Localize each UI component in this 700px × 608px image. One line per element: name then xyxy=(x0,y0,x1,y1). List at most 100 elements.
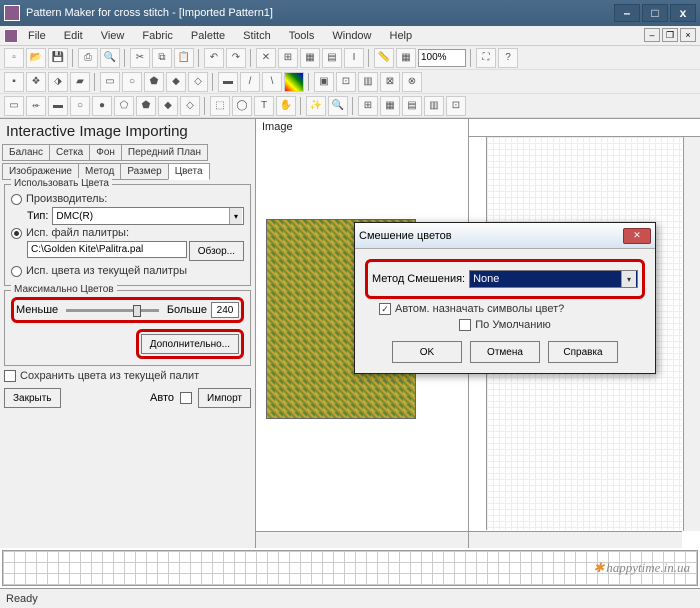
default-check[interactable] xyxy=(459,319,471,331)
radio-palette-file[interactable] xyxy=(11,228,22,239)
new-icon[interactable]: ▫ xyxy=(4,48,24,68)
extra3-icon[interactable]: ▤ xyxy=(402,96,422,116)
tab-colors[interactable]: Цвета xyxy=(168,163,210,180)
lasso-icon[interactable]: ◯ xyxy=(232,96,252,116)
menu-edit[interactable]: Edit xyxy=(56,28,91,44)
tab-bg[interactable]: Фон xyxy=(89,144,121,161)
paste-icon[interactable]: 📋 xyxy=(174,48,194,68)
preview-icon[interactable]: 🔍 xyxy=(100,48,120,68)
tool-m[interactable]: ▣ xyxy=(314,72,334,92)
tool-p[interactable]: ⊠ xyxy=(380,72,400,92)
tab-grid[interactable]: Сетка xyxy=(49,144,89,161)
shape-rect[interactable]: ▭ xyxy=(4,96,24,116)
method-combo[interactable]: None xyxy=(469,270,638,288)
tool-a[interactable]: ▪ xyxy=(4,72,24,92)
close-button[interactable]: x xyxy=(670,4,696,22)
auto-check[interactable] xyxy=(180,392,192,404)
zoom-icon[interactable]: 🔍 xyxy=(328,96,348,116)
stitch2-icon[interactable]: ⊞ xyxy=(278,48,298,68)
auto-symbols-check[interactable]: ✓ xyxy=(379,303,391,315)
browse-button[interactable]: Обзор... xyxy=(189,241,244,261)
stitch1-icon[interactable]: ✕ xyxy=(256,48,276,68)
hand-icon[interactable]: ✋ xyxy=(276,96,296,116)
copy-icon[interactable]: ⧉ xyxy=(152,48,172,68)
menu-tools[interactable]: Tools xyxy=(281,28,323,44)
menu-stitch[interactable]: Stitch xyxy=(235,28,279,44)
undo-icon[interactable]: ↶ xyxy=(204,48,224,68)
tab-size[interactable]: Размер xyxy=(120,163,167,180)
right-scrollbar-v[interactable] xyxy=(683,137,700,531)
colors-slider[interactable] xyxy=(66,309,159,312)
open-icon[interactable]: 📂 xyxy=(26,48,46,68)
tool-i[interactable]: ◇ xyxy=(188,72,208,92)
tool-o[interactable]: ▥ xyxy=(358,72,378,92)
close-panel-button[interactable]: Закрыть xyxy=(4,388,61,408)
tool-l[interactable]: \ xyxy=(262,72,282,92)
minimize-button[interactable]: – xyxy=(614,4,640,22)
fit-icon[interactable]: ⛶ xyxy=(476,48,496,68)
right-scrollbar-h[interactable] xyxy=(469,531,682,548)
import-button[interactable]: Импорт xyxy=(198,388,251,408)
save-colors-check[interactable] xyxy=(4,370,16,382)
shape-diam[interactable]: ◆ xyxy=(158,96,178,116)
shape-circ[interactable]: ○ xyxy=(70,96,90,116)
grid-icon[interactable]: ▦ xyxy=(396,48,416,68)
tab-balance[interactable]: Баланс xyxy=(2,144,49,161)
save-icon[interactable]: 💾 xyxy=(48,48,68,68)
shape-poly2[interactable]: ⬟ xyxy=(136,96,156,116)
cancel-button[interactable]: Отмена xyxy=(470,341,540,363)
slider-thumb[interactable] xyxy=(133,305,141,317)
menu-window[interactable]: Window xyxy=(324,28,379,44)
center-scrollbar-h[interactable] xyxy=(256,531,468,548)
tool-h[interactable]: ◆ xyxy=(166,72,186,92)
tool-e[interactable]: ▭ xyxy=(100,72,120,92)
radio-current-palette[interactable] xyxy=(11,266,22,277)
stitch3-icon[interactable]: ▦ xyxy=(300,48,320,68)
max-colors-input[interactable] xyxy=(211,302,239,318)
radio-manufacturer[interactable] xyxy=(11,194,22,205)
shape-disc[interactable]: ● xyxy=(92,96,112,116)
dialog-close-button[interactable]: ✕ xyxy=(623,228,651,244)
tool-k[interactable]: / xyxy=(240,72,260,92)
menu-file[interactable]: File xyxy=(20,28,54,44)
tool-j[interactable]: ▬ xyxy=(218,72,238,92)
help-button[interactable]: Справка xyxy=(548,341,618,363)
palette-icon[interactable] xyxy=(284,72,304,92)
tool-b[interactable]: ❖ xyxy=(26,72,46,92)
menu-fabric[interactable]: Fabric xyxy=(134,28,181,44)
advanced-button[interactable]: Дополнительно... xyxy=(141,334,239,354)
help-icon[interactable]: ? xyxy=(498,48,518,68)
shape-diag[interactable]: ⬰ xyxy=(26,96,46,116)
shape-fill[interactable]: ▬ xyxy=(48,96,68,116)
extra2-icon[interactable]: ▦ xyxy=(380,96,400,116)
ruler-icon[interactable]: 📏 xyxy=(374,48,394,68)
stitch4-icon[interactable]: ▤ xyxy=(322,48,342,68)
wand-icon[interactable]: ✨ xyxy=(306,96,326,116)
shape-diam2[interactable]: ◇ xyxy=(180,96,200,116)
shape-poly[interactable]: ⬠ xyxy=(114,96,134,116)
redo-icon[interactable]: ↷ xyxy=(226,48,246,68)
extra5-icon[interactable]: ⊡ xyxy=(446,96,466,116)
tool-q[interactable]: ⊗ xyxy=(402,72,422,92)
type-combo[interactable]: DMC(R) xyxy=(52,207,244,225)
ok-button[interactable]: OK xyxy=(392,341,462,363)
mdi-minimize[interactable]: – xyxy=(644,28,660,42)
menu-palette[interactable]: Palette xyxy=(183,28,233,44)
maximize-button[interactable]: □ xyxy=(642,4,668,22)
tool-f[interactable]: ○ xyxy=(122,72,142,92)
mdi-restore[interactable]: ❐ xyxy=(662,28,678,42)
tool-n[interactable]: ⊡ xyxy=(336,72,356,92)
cut-icon[interactable]: ✂ xyxy=(130,48,150,68)
menu-help[interactable]: Help xyxy=(382,28,421,44)
tab-fg[interactable]: Передний План xyxy=(121,144,208,161)
mdi-close[interactable]: × xyxy=(680,28,696,42)
zoom-combo[interactable]: 100% xyxy=(418,49,466,67)
extra1-icon[interactable]: ⊞ xyxy=(358,96,378,116)
text-icon[interactable]: I xyxy=(344,48,364,68)
menu-view[interactable]: View xyxy=(93,28,133,44)
tool-g[interactable]: ⬟ xyxy=(144,72,164,92)
print-icon[interactable]: ⎙ xyxy=(78,48,98,68)
tool-c[interactable]: ⬗ xyxy=(48,72,68,92)
palette-path-field[interactable]: C:\Golden Kite\Palitra.pal xyxy=(27,241,187,258)
select-icon[interactable]: ⬚ xyxy=(210,96,230,116)
